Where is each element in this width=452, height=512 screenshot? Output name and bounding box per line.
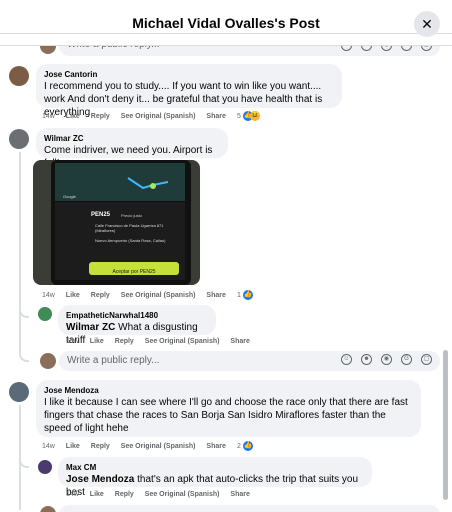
scrollbar-thumb[interactable] — [443, 350, 448, 500]
like-button[interactable]: Like — [90, 338, 104, 345]
avatar[interactable] — [38, 460, 52, 474]
share-button[interactable]: Share — [206, 113, 225, 120]
like-button[interactable]: Like — [66, 443, 80, 450]
reaction-count[interactable]: 5 👍 😆 — [237, 111, 260, 121]
reply-button[interactable]: Reply — [91, 113, 110, 120]
mention-link[interactable]: Jose Mendoza — [66, 474, 134, 485]
comment-actions: 14w Like Reply See Original (Spanish) Sh… — [42, 443, 235, 450]
camera-icon[interactable]: ◉ — [381, 354, 392, 365]
comment-actions: 14w Like Reply See Original (Spanish) Sh… — [42, 292, 235, 299]
post-dialog-header-bar: Michael Vidal Ovalles's Post ✕ — [0, 0, 452, 37]
sticker-icon[interactable]: ▢ — [421, 354, 432, 365]
avatar[interactable] — [9, 66, 29, 86]
reply-button[interactable]: Reply — [115, 338, 134, 345]
reaction-number: 2 — [237, 442, 241, 450]
avatar — [40, 353, 56, 369]
comment-actions: 14w Like Reply See Original (Spanish) Sh… — [42, 113, 235, 120]
comment-actions: 13w Like Reply See Original (Spanish) Sh… — [66, 338, 259, 345]
reply-button[interactable]: Reply — [115, 491, 134, 498]
comment-bubble: Jose Mendoza I like it because I can see… — [36, 380, 421, 437]
like-reaction-icon: 👍 — [242, 441, 253, 451]
like-button[interactable]: Like — [66, 292, 80, 299]
like-button[interactable]: Like — [90, 491, 104, 498]
reply-bubble: Max CM Jose Mendoza that's an apk that a… — [58, 457, 372, 498]
dialog-title-text: Michael Vidal Ovalles's Post — [132, 15, 320, 31]
accept-button: Aceptar por PEN25 — [89, 262, 179, 275]
mention-link[interactable]: Wilmar ZC — [66, 322, 115, 333]
reply-button[interactable]: Reply — [91, 443, 110, 450]
reply-button[interactable]: Reply — [91, 292, 110, 299]
emoji-icon[interactable]: ☻ — [361, 354, 372, 365]
comment-actions: 14w Like Reply See Original (Spanish) Sh… — [66, 491, 259, 498]
comment-time[interactable]: 14w — [42, 443, 55, 450]
see-original-button[interactable]: See Original (Spanish) — [145, 338, 220, 345]
gif-icon[interactable]: G — [401, 354, 412, 365]
avatar-sticker-icon[interactable]: ☺ — [341, 354, 352, 365]
thread-branch — [19, 352, 29, 362]
comment-bubble: Wilmar ZC Come indriver, we need you. Ai… — [36, 128, 228, 169]
like-button[interactable]: Like — [66, 113, 80, 120]
map-label: Google — [63, 194, 76, 199]
reaction-number: 5 — [237, 112, 241, 120]
reply-placeholder: Write a public reply... — [67, 355, 160, 366]
comment-bubble: Jose Cantorin I recommend you to study..… — [36, 64, 342, 118]
comment-author[interactable]: Jose Cantorin — [44, 69, 334, 80]
comment-time[interactable]: 14w — [42, 113, 55, 120]
comment-time[interactable]: 14w — [42, 292, 55, 299]
see-original-button[interactable]: See Original (Spanish) — [121, 113, 196, 120]
accept-button-label: Aceptar por PEN25 — [112, 269, 156, 275]
avatar — [40, 506, 56, 512]
close-button[interactable]: ✕ — [414, 11, 440, 37]
thread-line — [19, 152, 21, 356]
avatar[interactable] — [9, 129, 29, 149]
reaction-count[interactable]: 2 👍 — [237, 441, 253, 451]
comment-time[interactable]: 14w — [66, 491, 79, 498]
price-label: Precio justo — [121, 213, 142, 218]
comment-author[interactable]: Jose Mendoza — [44, 385, 413, 396]
comment-time[interactable]: 13w — [66, 338, 79, 345]
comment-text: I like it because I can see where I'll g… — [44, 397, 408, 434]
reaction-number: 1 — [237, 291, 241, 299]
dropoff-address: Nuevo Aeropuerto (Santa Rosa, Callao) — [95, 238, 166, 243]
reply-bubble: EmpatheticNarwhal1480 Wilmar ZC What a d… — [58, 305, 216, 346]
comment-author[interactable]: Wilmar ZC — [44, 133, 220, 144]
haha-reaction-icon: 😆 — [249, 111, 260, 121]
see-original-button[interactable]: See Original (Spanish) — [145, 491, 220, 498]
reply-input-bottom[interactable] — [59, 505, 440, 512]
avatar[interactable] — [9, 382, 29, 402]
reply-input[interactable]: Write a public reply... ☺ ☻ ◉ G ▢ — [59, 351, 440, 371]
reaction-count[interactable]: 1 👍 — [237, 290, 253, 300]
comment-author[interactable]: Max CM — [66, 462, 364, 473]
see-original-button[interactable]: See Original (Spanish) — [121, 292, 196, 299]
share-button[interactable]: Share — [230, 338, 249, 345]
comment-attachment-image[interactable]: Google PEN25 Precio justo Calle Francisc… — [33, 160, 200, 285]
share-button[interactable]: Share — [206, 443, 225, 450]
pickup-address: Calle Francisco de Paula Ugarriza 871 (M… — [95, 223, 164, 233]
share-button[interactable]: Share — [206, 292, 225, 299]
trip-price: PEN25 — [91, 212, 111, 218]
see-original-button[interactable]: See Original (Spanish) — [121, 443, 196, 450]
comment-author[interactable]: EmpatheticNarwhal1480 — [66, 310, 208, 321]
avatar[interactable] — [38, 307, 52, 321]
share-button[interactable]: Share — [230, 491, 249, 498]
like-reaction-icon: 👍 — [242, 290, 253, 300]
